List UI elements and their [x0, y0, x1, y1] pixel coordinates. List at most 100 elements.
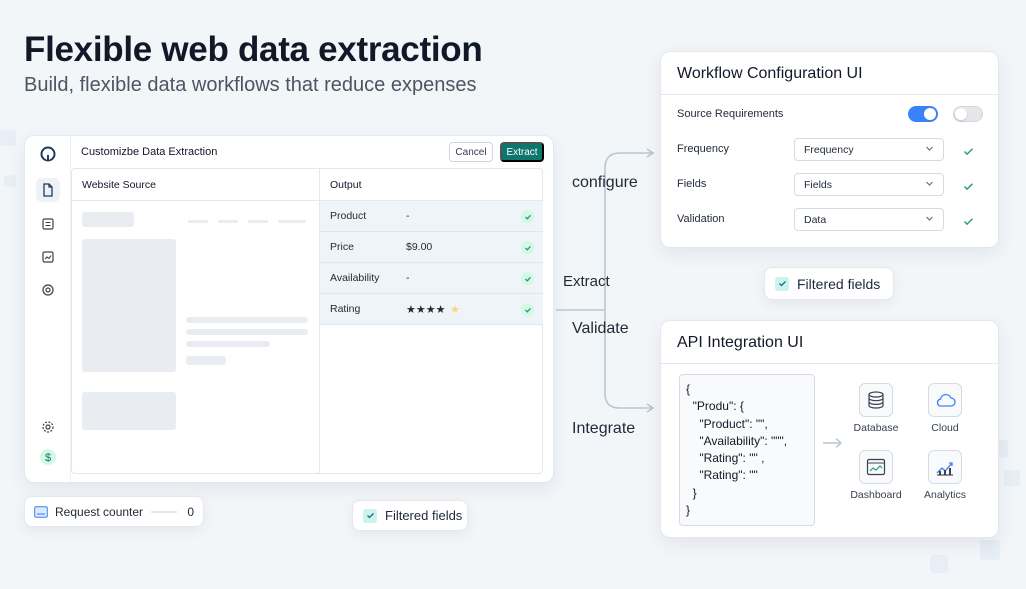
validation-select-value: Data	[804, 213, 827, 226]
placeholder-image	[82, 239, 176, 372]
output-row-rating[interactable]: Rating ★★★★ ★	[320, 294, 543, 325]
counter-value: 0	[187, 504, 194, 519]
analytics-label: Analytics	[923, 489, 966, 501]
cloud-label: Cloud	[931, 422, 959, 434]
output-field-label: Rating	[330, 303, 361, 315]
chevron-down-icon	[925, 214, 934, 226]
dashboard-label: Dashboard	[850, 489, 902, 501]
output-field-label: Product	[330, 210, 367, 222]
dollar-icon[interactable]: $	[36, 445, 60, 469]
background-tile	[930, 555, 948, 573]
background-tile	[4, 175, 16, 187]
counter-bar	[151, 510, 178, 513]
placeholder-block	[82, 212, 134, 227]
api-integration-card: API Integration UI { "Produ": { "Product…	[660, 320, 999, 538]
check-icon	[521, 272, 534, 285]
checkbox-icon	[775, 276, 789, 291]
icon-rail: $	[25, 136, 71, 482]
output-field-label: Price	[330, 241, 354, 253]
document-icon[interactable]	[36, 178, 60, 202]
toggle-on[interactable]	[908, 106, 938, 122]
fields-label: Fields	[677, 178, 707, 190]
placeholder-dash	[248, 220, 268, 223]
check-icon	[963, 179, 974, 197]
counter-icon	[34, 505, 48, 518]
extraction-app-window: $ Customizbe Data Extraction Cancel Extr…	[24, 135, 554, 483]
background-tile	[1004, 470, 1020, 486]
chevron-down-icon	[925, 144, 934, 156]
cloud-icon[interactable]	[928, 383, 962, 417]
placeholder-dash	[218, 220, 238, 223]
chevron-down-icon	[925, 179, 934, 191]
database-label: Database	[853, 422, 899, 434]
output-header: Output	[320, 169, 542, 201]
cancel-button[interactable]: Cancel	[449, 142, 493, 162]
rating-stars: ★★★★	[406, 304, 446, 316]
check-icon	[521, 303, 534, 316]
output-field-label: Availability	[330, 272, 380, 284]
checkbox-icon	[363, 508, 377, 523]
flow-label-integrate: Integrate	[572, 420, 636, 437]
dashboard-icon[interactable]	[859, 450, 893, 484]
source-requirements-label: Source Requirements	[677, 108, 784, 120]
request-counter: Request counter 0	[24, 496, 204, 527]
output-panel: Output Product - Price $9.00 Availabilit…	[319, 168, 543, 474]
page-subtitle: Build, flexible data workflows that redu…	[24, 74, 477, 96]
app-title: Customizbe Data Extraction	[81, 146, 218, 158]
divider	[661, 363, 998, 364]
filtered-fields-pill[interactable]: Filtered fields	[352, 500, 468, 531]
check-icon	[521, 210, 534, 223]
frequency-select[interactable]: Frequency	[794, 138, 944, 161]
check-icon	[963, 144, 974, 162]
filtered-fields-label: Filtered fields	[385, 508, 463, 523]
fields-select[interactable]: Fields	[794, 173, 944, 196]
frequency-select-value: Frequency	[804, 143, 854, 156]
website-source-header: Website Source	[72, 169, 319, 201]
placeholder-line	[186, 329, 308, 335]
extract-button[interactable]: Extract	[500, 142, 544, 162]
database-icon[interactable]	[859, 383, 893, 417]
counter-label: Request counter	[55, 504, 144, 519]
filtered-fields-label: Filtered fields	[797, 275, 881, 292]
list-icon[interactable]	[36, 212, 60, 236]
fields-select-value: Fields	[804, 178, 833, 191]
flow-label-configure: configure	[572, 174, 638, 191]
target-icon[interactable]	[36, 278, 60, 302]
frequency-label: Frequency	[677, 143, 729, 155]
output-field-value: $9.00	[406, 241, 433, 253]
api-title: API Integration UI	[677, 334, 804, 351]
filtered-fields-pill[interactable]: Filtered fields	[764, 267, 894, 300]
workflow-title: Workflow Configuration UI	[677, 65, 863, 82]
check-icon	[963, 214, 974, 232]
output-row-availability[interactable]: Availability -	[320, 263, 543, 294]
flow-label-extract: Extract	[563, 273, 610, 290]
background-tile	[0, 130, 16, 146]
placeholder-line	[186, 317, 308, 323]
chart-icon[interactable]	[36, 245, 60, 269]
placeholder-line	[186, 356, 226, 365]
output-row-price[interactable]: Price $9.00	[320, 232, 543, 263]
output-field-value: -	[406, 210, 410, 222]
background-tile	[980, 540, 1000, 560]
json-code-block: { "Produ": { "Product": "", "Availabilit…	[679, 374, 815, 526]
toggle-off[interactable]	[953, 106, 983, 122]
placeholder-line	[186, 341, 270, 347]
validation-label: Validation	[677, 213, 725, 225]
output-field-value: -	[406, 272, 410, 284]
placeholder-dash	[188, 220, 208, 223]
check-icon	[521, 241, 534, 254]
flow-label-validate: Validate	[572, 320, 629, 337]
svg-text:$: $	[45, 452, 51, 464]
analytics-icon[interactable]	[928, 450, 962, 484]
validation-select[interactable]: Data	[794, 208, 944, 231]
divider	[661, 94, 998, 95]
output-row-product[interactable]: Product -	[320, 201, 543, 232]
arrow-right-icon	[823, 437, 843, 449]
page-title: Flexible web data extraction	[24, 30, 483, 69]
workflow-config-card: Workflow Configuration UI Source Require…	[660, 51, 999, 248]
placeholder-block	[82, 392, 176, 430]
logo-icon[interactable]	[36, 142, 60, 166]
settings-icon[interactable]	[36, 415, 60, 439]
placeholder-dash	[278, 220, 306, 223]
website-source-panel: Website Source	[71, 168, 319, 474]
